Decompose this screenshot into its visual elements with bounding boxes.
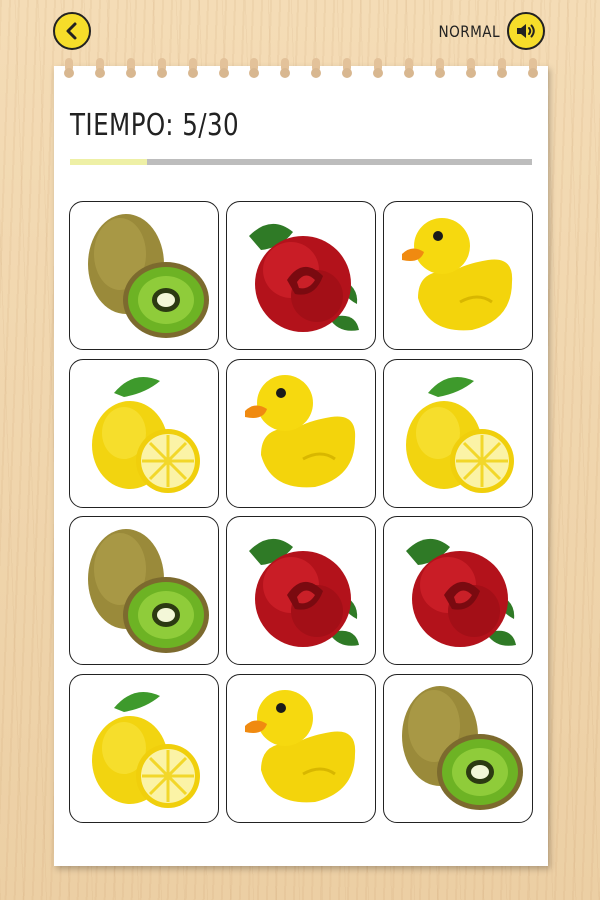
binding-hole xyxy=(94,58,105,80)
binding-hole xyxy=(342,58,353,80)
binding-hole xyxy=(496,58,507,80)
duck-image xyxy=(402,217,513,330)
rose-image xyxy=(249,223,359,332)
timer-progress-bar xyxy=(70,159,532,165)
difficulty-label: NORMAL xyxy=(438,22,500,41)
binding-hole xyxy=(280,58,291,80)
binding-hole xyxy=(465,58,476,80)
rose-image xyxy=(249,538,359,647)
notepad-binding xyxy=(54,58,548,86)
memory-card-duck[interactable] xyxy=(226,358,376,508)
memory-card-rose[interactable] xyxy=(226,516,376,665)
memory-card-kiwi[interactable] xyxy=(69,201,219,350)
lemon-image xyxy=(406,377,514,493)
memory-card-lemon[interactable] xyxy=(69,673,219,823)
binding-hole xyxy=(311,58,322,80)
binding-hole xyxy=(156,58,167,80)
binding-hole xyxy=(64,58,74,80)
duck-image xyxy=(245,690,356,803)
binding-hole xyxy=(434,58,445,80)
timer-progress-fill xyxy=(70,159,147,165)
duck-image xyxy=(245,375,356,488)
kiwi-image xyxy=(88,213,209,338)
memory-card-lemon[interactable] xyxy=(383,358,533,508)
memory-card-lemon[interactable] xyxy=(69,358,219,508)
memory-card-kiwi[interactable] xyxy=(383,673,533,823)
kiwi-image xyxy=(88,528,209,653)
sound-toggle-button[interactable] xyxy=(507,12,545,50)
memory-card-duck[interactable] xyxy=(383,201,533,350)
memory-card-grid xyxy=(69,201,533,823)
kiwi-image xyxy=(402,686,523,810)
chevron-left-icon xyxy=(66,22,77,40)
lemon-image xyxy=(92,692,200,808)
memory-card-rose[interactable] xyxy=(226,201,376,350)
memory-card-kiwi[interactable] xyxy=(69,516,219,665)
binding-hole xyxy=(403,58,414,80)
binding-hole xyxy=(218,58,229,80)
binding-hole xyxy=(373,58,383,80)
speaker-icon xyxy=(517,24,535,38)
timer-label: TIEMPO: 5/30 xyxy=(70,108,240,143)
back-button[interactable] xyxy=(53,12,91,50)
binding-hole xyxy=(125,58,136,80)
memory-card-duck[interactable] xyxy=(226,673,376,823)
lemon-image xyxy=(92,377,200,493)
memory-card-rose[interactable] xyxy=(383,516,533,665)
binding-hole xyxy=(249,58,260,80)
binding-hole xyxy=(187,58,198,80)
rose-image xyxy=(406,538,516,647)
binding-hole xyxy=(527,58,538,80)
